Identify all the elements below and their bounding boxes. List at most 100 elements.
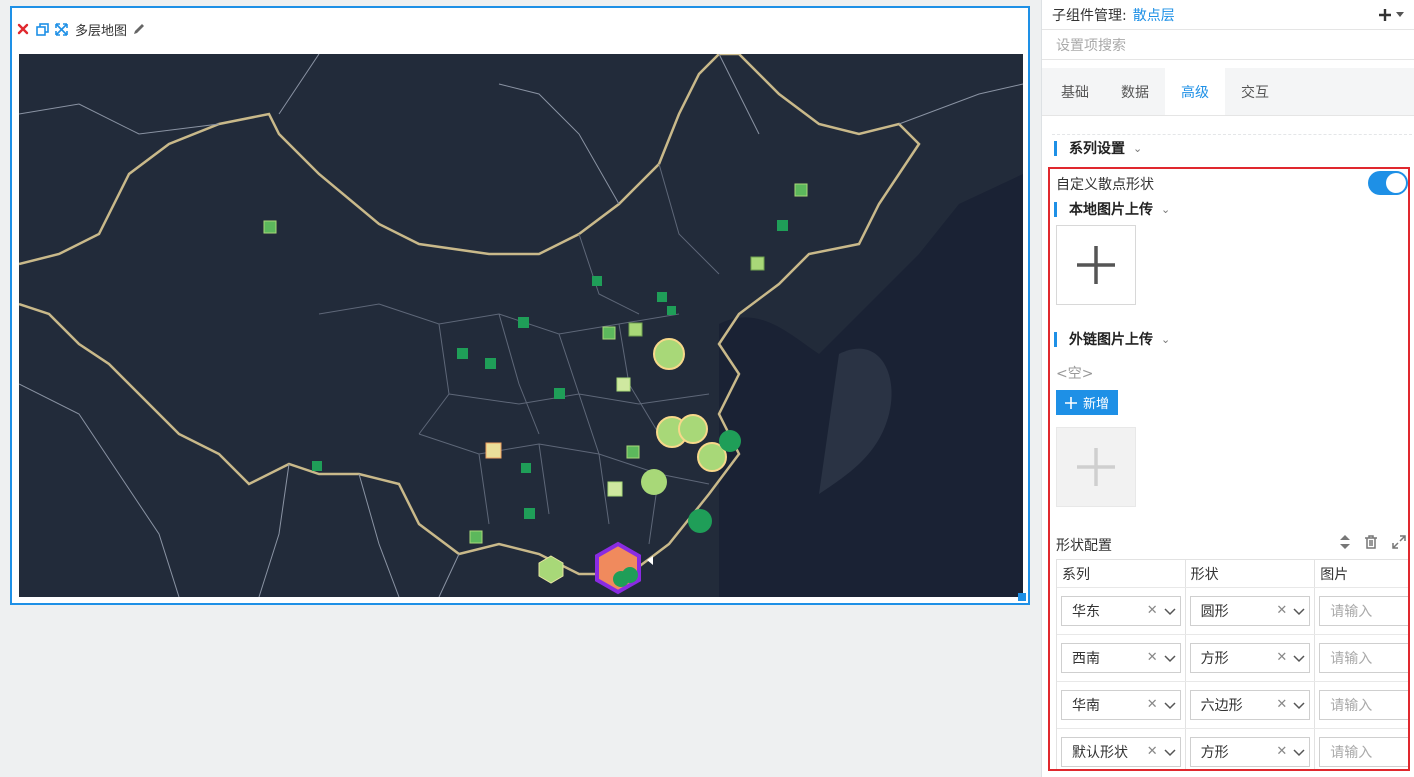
divider [1052,134,1412,135]
series-settings-title: 系列设置 [1069,141,1125,157]
image-placeholder: 请输入 [1330,651,1373,667]
add-sublayer-button[interactable] [1378,0,1404,30]
shape-select[interactable]: 圆形 ✕ [1189,596,1311,626]
expand-icon[interactable] [54,22,68,36]
shape-value: 方形 [1200,745,1229,761]
chevron-down-icon [1293,749,1305,757]
shape-value: 六边形 [1200,698,1243,714]
plus-icon [1077,448,1115,486]
highlight-region: 自定义散点形状 本地图片上传 ⌄ 外链图片上传 ⌄ <空> 新增 形状配置 系列… [1048,167,1410,771]
map-widget[interactable]: 多层地图 [10,6,1030,605]
widget-title: 多层地图 [75,23,128,39]
china-map[interactable] [19,54,1023,597]
link-upload-section[interactable]: 外链图片上传 ⌄ [1054,329,1170,349]
series-value: 华东 [1072,604,1100,620]
caret-down-icon [1396,12,1404,17]
chevron-down-icon [1164,702,1176,710]
series-select[interactable]: 华南 ✕ [1061,690,1181,720]
clear-icon[interactable]: ✕ [1147,744,1158,759]
clear-icon[interactable]: ✕ [1147,650,1158,665]
image-placeholder: 请输入 [1330,698,1373,714]
custom-shape-label: 自定义散点形状 [1056,177,1154,193]
series-settings-section[interactable]: 系列设置 ⌄ [1054,138,1142,158]
clear-icon[interactable]: ✕ [1147,603,1158,618]
toggle-knob [1386,173,1406,193]
panel-header-label: 子组件管理: [1052,7,1127,24]
shape-config-actions [1340,535,1406,549]
add-button-label: 新增 [1082,397,1109,412]
resize-handle[interactable] [1018,593,1026,601]
shape-config-table: 系列 形状 图片 华东 ✕ 圆形 ✕ 请输入 西南 ✕ 方形 ✕ 请输入 华南 ✕ 六边形… [1056,559,1408,769]
local-upload-button[interactable] [1056,225,1136,305]
clear-icon[interactable]: ✕ [1147,697,1158,712]
table-row: 华东 ✕ 圆形 ✕ 请输入 [1057,588,1408,635]
settings-search-input[interactable]: 设置项搜索 [1042,30,1414,60]
expand-icon[interactable] [1392,535,1406,549]
add-link-button[interactable]: 新增 [1056,390,1118,415]
header-shape: 形状 [1186,560,1316,587]
tab-advanced[interactable]: 高级 [1165,68,1225,115]
chevron-down-icon: ⌄ [1161,332,1171,346]
plus-icon [1064,396,1077,409]
plus-icon [1379,9,1391,21]
tab-basic[interactable]: 基础 [1045,68,1105,115]
trash-icon[interactable] [1364,535,1378,549]
series-select[interactable]: 华东 ✕ [1061,596,1181,626]
table-row: 西南 ✕ 方形 ✕ 请输入 [1057,635,1408,682]
shape-value: 方形 [1200,651,1229,667]
image-input[interactable]: 请输入 [1319,596,1408,626]
section-bar [1054,201,1057,217]
chevron-down-icon [1293,702,1305,710]
series-value: 华南 [1072,698,1100,714]
close-icon[interactable] [16,22,30,36]
table-row: 华南 ✕ 六边形 ✕ 请输入 [1057,682,1408,729]
table-header: 系列 形状 图片 [1057,559,1408,588]
clear-icon[interactable]: ✕ [1276,603,1287,618]
image-input[interactable]: 请输入 [1319,737,1408,767]
panel-header: 子组件管理: 散点层 [1042,0,1414,30]
custom-shape-toggle[interactable] [1368,171,1408,195]
section-bar [1054,331,1057,347]
search-placeholder: 设置项搜索 [1056,37,1126,54]
series-select[interactable]: 西南 ✕ [1061,643,1181,673]
chevron-down-icon [1164,655,1176,663]
copy-icon[interactable] [35,22,49,36]
image-input[interactable]: 请输入 [1319,690,1408,720]
chevron-down-icon [1293,608,1305,616]
shape-select[interactable]: 六边形 ✕ [1189,690,1311,720]
image-placeholder: 请输入 [1330,745,1373,761]
plus-icon [1077,246,1115,284]
section-bar [1054,140,1057,156]
chevron-down-icon [1293,655,1305,663]
chevron-down-icon [1164,749,1176,757]
local-upload-title: 本地图片上传 [1069,202,1153,218]
config-panel: 子组件管理: 散点层 设置项搜索 基础 数据 高级 交互 系列设置 ⌄ 自定义散… [1041,0,1414,777]
link-upload-title: 外链图片上传 [1069,332,1153,348]
edit-icon[interactable] [132,22,146,36]
local-upload-section[interactable]: 本地图片上传 ⌄ [1054,199,1170,219]
header-image: 图片 [1320,566,1349,583]
empty-text: <空> [1056,366,1094,382]
tab-interaction[interactable]: 交互 [1225,68,1285,115]
sublayer-name[interactable]: 散点层 [1133,5,1175,25]
chevron-down-icon: ⌄ [1161,202,1171,216]
shape-value: 圆形 [1200,604,1229,620]
chevron-down-icon: ⌄ [1133,141,1143,155]
sort-icon[interactable] [1340,535,1350,549]
image-input[interactable]: 请输入 [1319,643,1408,673]
series-select[interactable]: 默认形状 ✕ [1061,737,1181,767]
link-upload-placeholder [1056,427,1136,507]
clear-icon[interactable]: ✕ [1276,697,1287,712]
tab-data[interactable]: 数据 [1105,68,1165,115]
clear-icon[interactable]: ✕ [1276,650,1287,665]
shape-config-label: 形状配置 [1056,538,1112,554]
header-series: 系列 [1057,560,1186,587]
clear-icon[interactable]: ✕ [1276,744,1287,759]
map-canvas [19,54,1023,597]
shape-select[interactable]: 方形 ✕ [1189,737,1311,767]
shape-select[interactable]: 方形 ✕ [1189,643,1311,673]
chevron-down-icon [1164,608,1176,616]
tab-bar: 基础 数据 高级 交互 [1042,68,1414,116]
shape-config-header: 形状配置 [1056,533,1406,554]
series-value: 西南 [1072,651,1100,667]
